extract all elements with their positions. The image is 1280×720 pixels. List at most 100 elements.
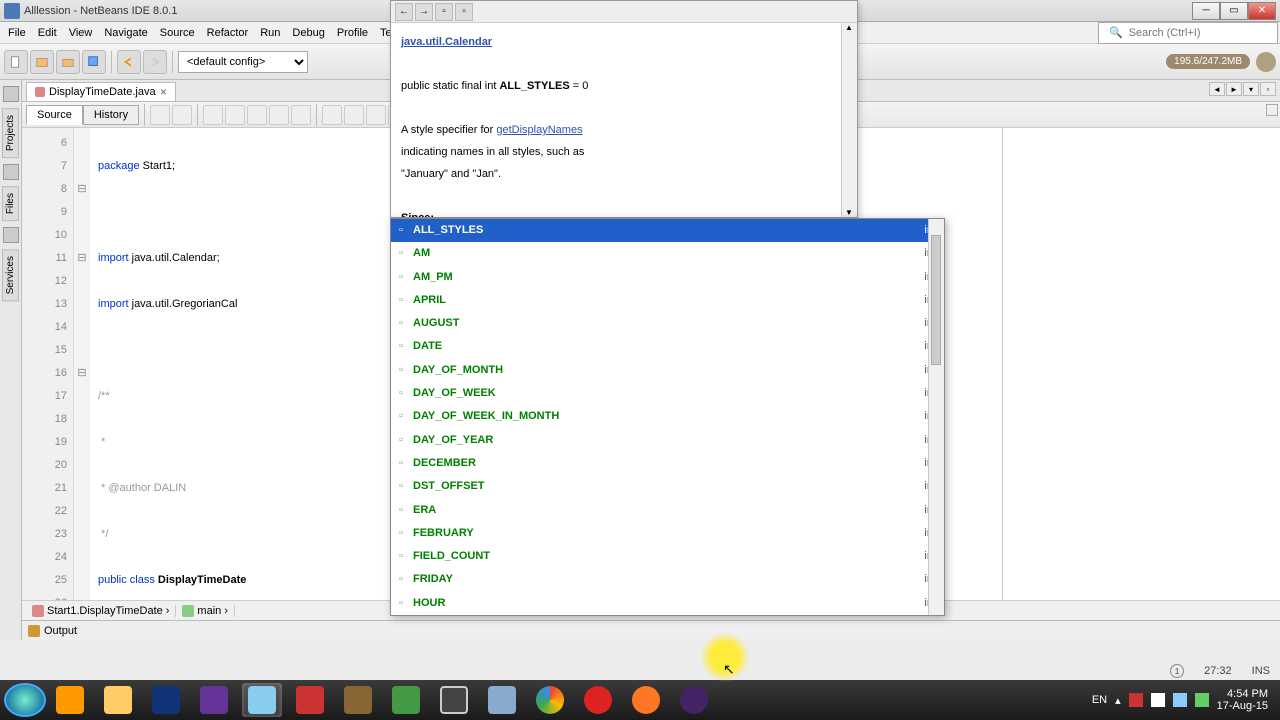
completion-item[interactable]: ▫ERAint — [391, 499, 944, 522]
tray-flag-icon[interactable] — [1129, 693, 1143, 707]
completion-item[interactable]: ▫FRIDAYint — [391, 568, 944, 591]
file-tab[interactable]: DisplayTimeDate.java ✕ — [26, 82, 176, 101]
editor-tool-button[interactable] — [225, 105, 245, 125]
sidebar-tab-services[interactable]: Services — [2, 249, 19, 301]
completion-item[interactable]: ▫DATEint — [391, 335, 944, 358]
taskbar-app[interactable] — [434, 683, 474, 717]
menu-view[interactable]: View — [63, 25, 99, 41]
editor-tool-button[interactable] — [150, 105, 170, 125]
menu-run[interactable]: Run — [254, 25, 286, 41]
editor-tool-button[interactable] — [322, 105, 342, 125]
search-input[interactable] — [1129, 27, 1273, 39]
completion-item[interactable]: ▫DAY_OF_YEARint — [391, 429, 944, 452]
menu-profile[interactable]: Profile — [331, 25, 374, 41]
completion-item[interactable]: ▫AM_PMint — [391, 266, 944, 289]
scrollbar-thumb[interactable] — [931, 235, 941, 365]
history-view-button[interactable]: History — [83, 105, 139, 125]
editor-tool-button[interactable] — [269, 105, 289, 125]
completion-list[interactable]: ▫ALL_STYLESint▫AMint▫AM_PMint▫APRILint▫A… — [391, 219, 944, 615]
gc-icon[interactable] — [1256, 52, 1276, 72]
quick-search[interactable]: 🔍 — [1098, 22, 1278, 44]
tab-max-button[interactable]: ▫ — [1260, 82, 1276, 96]
javadoc-scrollbar[interactable] — [841, 23, 857, 217]
sidebar-tab-projects[interactable]: Projects — [2, 108, 19, 158]
editor-tool-button[interactable] — [366, 105, 386, 125]
menu-source[interactable]: Source — [154, 25, 201, 41]
completion-item[interactable]: ▫APRILint — [391, 289, 944, 312]
taskbar-photoshop[interactable] — [146, 683, 186, 717]
fold-gutter[interactable]: ⊟ ⊟ ⊟ — [74, 128, 90, 600]
insert-mode[interactable]: INS — [1252, 665, 1270, 677]
taskbar-app[interactable] — [290, 683, 330, 717]
menu-edit[interactable]: Edit — [32, 25, 63, 41]
completion-item[interactable]: ▫FIELD_COUNTint — [391, 545, 944, 568]
tab-list-button[interactable]: ▾ — [1243, 82, 1259, 96]
minimap-toggle[interactable] — [1266, 104, 1278, 116]
menu-refactor[interactable]: Refactor — [201, 25, 255, 41]
tab-prev-button[interactable]: ◄ — [1209, 82, 1225, 96]
tray-network-icon[interactable] — [1173, 693, 1187, 707]
completion-item[interactable]: ▫DAY_OF_MONTHint — [391, 359, 944, 382]
taskbar-eclipse[interactable] — [674, 683, 714, 717]
redo-button[interactable] — [143, 50, 167, 74]
taskbar-visualstudio[interactable] — [194, 683, 234, 717]
tray-language[interactable]: EN — [1092, 694, 1107, 706]
breadcrumb-method[interactable]: main› — [176, 605, 235, 617]
menu-file[interactable]: File — [2, 25, 32, 41]
taskbar-clock[interactable]: 4:54 PM17-Aug-15 — [1217, 688, 1268, 712]
javadoc-source-button[interactable]: ▫ — [455, 3, 473, 21]
taskbar-opera[interactable] — [578, 683, 618, 717]
memory-usage[interactable]: 195.6/247.2MB — [1166, 54, 1250, 69]
editor-tool-button[interactable] — [291, 105, 311, 125]
undo-button[interactable] — [117, 50, 141, 74]
completion-item[interactable]: ▫ALL_STYLESint — [391, 219, 944, 242]
menu-navigate[interactable]: Navigate — [98, 25, 153, 41]
completion-item[interactable]: ▫AMint — [391, 242, 944, 265]
taskbar-app[interactable] — [482, 683, 522, 717]
tray-volume-icon[interactable] — [1151, 693, 1165, 707]
completion-item[interactable]: ▫DAY_OF_WEEKint — [391, 382, 944, 405]
completion-item[interactable]: ▫HOURint — [391, 592, 944, 615]
sidebar-icon[interactable] — [3, 164, 19, 180]
tab-next-button[interactable]: ► — [1226, 82, 1242, 96]
taskbar-app[interactable] — [338, 683, 378, 717]
tray-up-icon[interactable]: ▴ — [1115, 694, 1121, 707]
new-project-button[interactable] — [30, 50, 54, 74]
completion-item[interactable]: ▫DECEMBERint — [391, 452, 944, 475]
editor-tool-button[interactable] — [172, 105, 192, 125]
taskbar-netbeans[interactable] — [242, 683, 282, 717]
javadoc-browser-button[interactable]: ▫ — [435, 3, 453, 21]
taskbar-media-player[interactable] — [50, 683, 90, 717]
output-panel-header[interactable]: Output — [22, 620, 1280, 640]
taskbar-explorer[interactable] — [98, 683, 138, 717]
maximize-button[interactable]: ▭ — [1220, 2, 1248, 20]
javadoc-forward-button[interactable]: → — [415, 3, 433, 21]
tray-battery-icon[interactable] — [1195, 693, 1209, 707]
taskbar-firefox[interactable] — [626, 683, 666, 717]
sidebar-tab-files[interactable]: Files — [2, 186, 19, 221]
close-button[interactable]: ✕ — [1248, 2, 1276, 20]
completion-item[interactable]: ▫DST_OFFSETint — [391, 475, 944, 498]
config-select[interactable]: <default config> — [178, 51, 308, 73]
editor-tool-button[interactable] — [344, 105, 364, 125]
minimize-button[interactable]: ─ — [1192, 2, 1220, 20]
breadcrumb-class[interactable]: Start1.DisplayTimeDate› — [26, 605, 176, 617]
taskbar-dreamweaver[interactable] — [386, 683, 426, 717]
source-view-button[interactable]: Source — [26, 105, 83, 125]
completion-item[interactable]: ▫DAY_OF_WEEK_IN_MONTHint — [391, 405, 944, 428]
notifications-icon[interactable]: 1 — [1170, 664, 1184, 678]
completion-item[interactable]: ▫AUGUSTint — [391, 312, 944, 335]
javadoc-content[interactable]: java.util.Calendar public static final i… — [391, 23, 857, 217]
open-project-button[interactable] — [56, 50, 80, 74]
new-file-button[interactable] — [4, 50, 28, 74]
start-button[interactable] — [4, 683, 46, 717]
javadoc-back-button[interactable]: ← — [395, 3, 413, 21]
completion-scrollbar[interactable] — [928, 219, 944, 615]
close-tab-icon[interactable]: ✕ — [160, 87, 168, 98]
sidebar-icon[interactable] — [3, 86, 19, 102]
menu-debug[interactable]: Debug — [286, 25, 330, 41]
sidebar-icon[interactable] — [3, 227, 19, 243]
completion-item[interactable]: ▫FEBRUARYint — [391, 522, 944, 545]
editor-tool-button[interactable] — [247, 105, 267, 125]
taskbar-chrome[interactable] — [530, 683, 570, 717]
